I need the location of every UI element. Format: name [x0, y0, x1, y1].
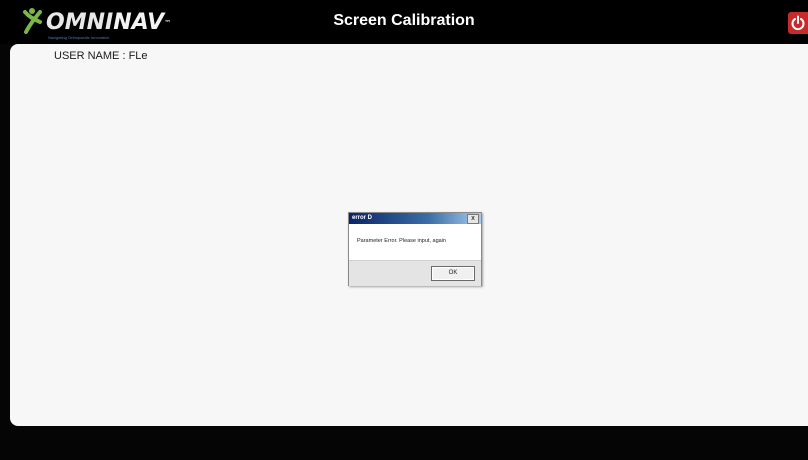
dialog-body: Parameter Error. Please input, again: [349, 224, 481, 260]
power-button[interactable]: [788, 12, 808, 34]
header-bar: OMNINAV™ Navigating Orthopaedic Innovati…: [0, 0, 808, 44]
dialog-footer: OK: [349, 260, 481, 286]
power-icon: [791, 15, 805, 31]
logo-tagline: Navigating Orthopaedic Innovation: [48, 35, 110, 40]
user-name-label: USER NAME : FLe: [54, 50, 148, 62]
error-dialog: error D x Parameter Error. Please input,…: [348, 212, 482, 286]
dialog-titlebar[interactable]: error D x: [349, 213, 481, 224]
ok-button[interactable]: OK: [431, 266, 475, 281]
app-window: OMNINAV™ Navigating Orthopaedic Innovati…: [0, 0, 808, 460]
page-title: Screen Calibration: [333, 12, 475, 29]
dialog-close-button[interactable]: x: [467, 214, 479, 224]
dialog-message: Parameter Error. Please input, again: [357, 238, 446, 244]
footer-bar: [0, 426, 808, 460]
dialog-title: error D: [352, 215, 373, 221]
